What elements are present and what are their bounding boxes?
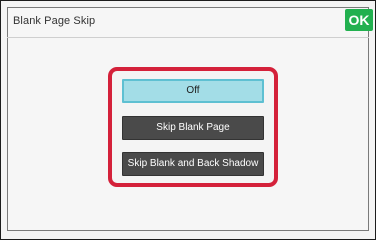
settings-screen: Blank Page Skip OK Off Skip Blank Page S… [0,0,376,240]
option-skip-blank-page-button[interactable]: Skip Blank Page [122,116,264,140]
options-highlight-frame: Off Skip Blank Page Skip Blank and Back … [108,67,278,187]
option-off-button[interactable]: Off [122,79,264,103]
page-title: Blank Page Skip [13,15,96,27]
header-divider [7,37,369,38]
ok-button[interactable]: OK [345,9,373,31]
option-skip-blank-and-back-shadow-button[interactable]: Skip Blank and Back Shadow [122,152,264,176]
